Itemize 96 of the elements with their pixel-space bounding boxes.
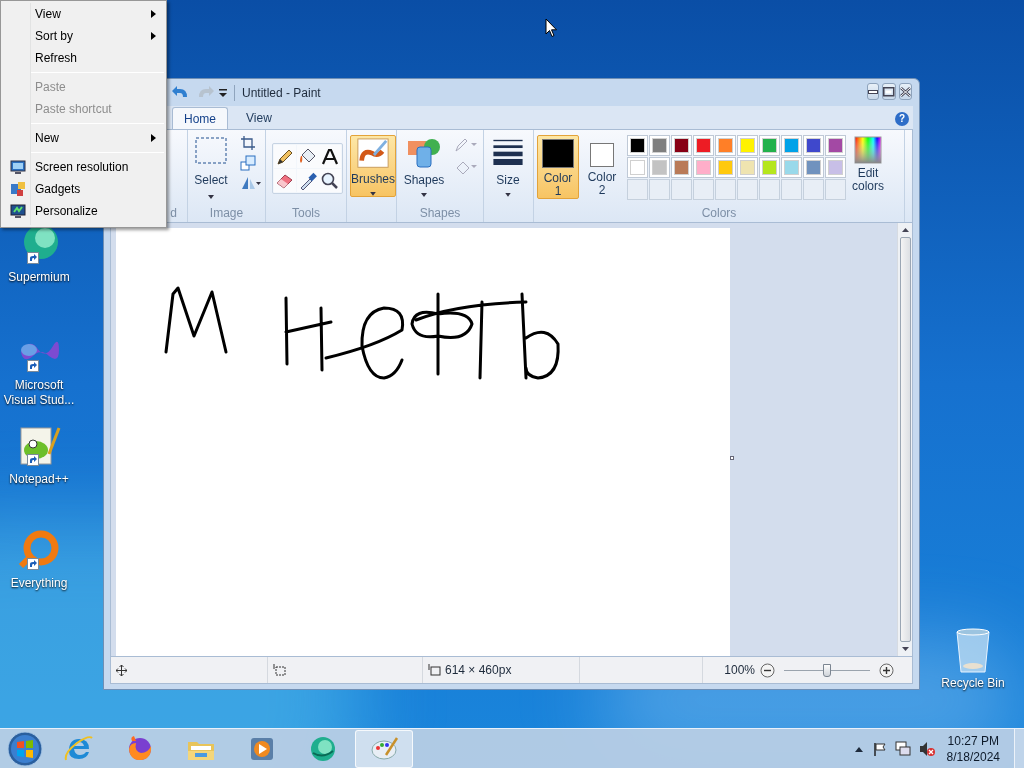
taskbar-button[interactable] <box>355 729 413 768</box>
palette-color[interactable] <box>759 157 780 178</box>
palette-color[interactable] <box>781 135 802 156</box>
group-label: Tools <box>291 206 321 222</box>
size-button[interactable]: Size <box>487 135 529 197</box>
scroll-down-icon[interactable] <box>901 647 909 651</box>
palette-color[interactable] <box>715 157 736 178</box>
menu-item[interactable]: Screen resolution <box>3 156 164 178</box>
palette-color[interactable] <box>737 157 758 178</box>
maximize-button[interactable] <box>882 83 896 100</box>
palette-color[interactable] <box>693 135 714 156</box>
palette-color[interactable] <box>825 157 846 178</box>
palette-color[interactable] <box>627 157 648 178</box>
zoom-in-icon[interactable] <box>879 662 894 678</box>
selection-size-icon <box>273 664 286 676</box>
network-icon[interactable] <box>894 740 911 757</box>
palette-color[interactable] <box>693 157 714 178</box>
group-label: d <box>170 206 177 222</box>
show-hidden-icons-icon[interactable] <box>854 745 863 752</box>
color-slot-button[interactable]: Color 1 <box>537 135 579 199</box>
submenu-arrow-icon <box>151 32 156 40</box>
minimize-button[interactable] <box>867 83 879 100</box>
zoom-out-icon[interactable] <box>760 662 775 678</box>
resize-handle[interactable] <box>730 456 734 460</box>
group-label: Colors <box>700 206 738 222</box>
menu-item[interactable]: Personalize <box>3 200 164 222</box>
scroll-up-icon[interactable] <box>901 228 909 232</box>
icon-label[interactable]: Notepad++ <box>0 472 78 487</box>
help-button[interactable]: ? <box>895 112 909 126</box>
menu-item[interactable]: View <box>3 3 164 25</box>
dropdown-icon[interactable] <box>218 87 228 98</box>
palette-color[interactable] <box>737 135 758 156</box>
monitor-icon <box>10 159 26 175</box>
palette-color[interactable] <box>825 135 846 156</box>
palette-color[interactable] <box>649 157 670 178</box>
color-slot-button[interactable]: Color 2 <box>581 135 623 199</box>
maximize-icon <box>883 86 895 97</box>
palette-color[interactable] <box>715 135 736 156</box>
close-button[interactable] <box>899 83 912 100</box>
caret-icon <box>208 195 214 199</box>
canvas-size-icon <box>428 664 441 676</box>
submenu-arrow-icon <box>151 134 156 142</box>
menu-item[interactable]: Sort by <box>3 25 164 47</box>
canvas-size-text: 614 × 460px <box>445 662 512 679</box>
brushes-button[interactable]: Brushes <box>350 135 396 197</box>
selection-icon <box>195 137 227 165</box>
move-icon <box>116 664 127 676</box>
palette-color[interactable] <box>671 135 692 156</box>
gadgets-icon <box>10 181 26 197</box>
menu-item[interactable]: New <box>3 127 164 149</box>
caret-icon <box>505 193 511 197</box>
mouse-pointer-icon <box>545 18 558 38</box>
icon-label[interactable]: Microsoft Visual Stud... <box>0 378 78 408</box>
ribbon-tab[interactable]: View <box>232 107 286 129</box>
shapes-icon <box>407 137 441 169</box>
palette-color[interactable] <box>671 157 692 178</box>
brush-icon <box>356 138 390 169</box>
menu-item[interactable]: Refresh <box>3 47 164 69</box>
caret-icon <box>421 193 427 197</box>
line-width-icon <box>491 138 525 166</box>
monitor-icon <box>10 203 26 219</box>
zoom-slider[interactable] <box>784 662 870 678</box>
action-center-flag-icon[interactable] <box>872 741 887 756</box>
minimize-icon <box>868 89 878 94</box>
text-icon[interactable] <box>320 146 341 167</box>
icon-label[interactable]: Supermium <box>0 270 78 285</box>
fill-icon[interactable] <box>454 159 478 175</box>
group-label: Shapes <box>418 206 462 222</box>
close-icon <box>900 86 911 97</box>
clock[interactable]: 10:27 PM 8/18/2024 <box>946 732 1000 765</box>
crop-icon[interactable] <box>240 135 256 151</box>
palette-color[interactable] <box>803 157 824 178</box>
ribbon-tab[interactable]: Home <box>172 107 228 129</box>
vertical-scrollbar[interactable] <box>897 223 912 656</box>
menu-item[interactable]: Gadgets <box>3 178 164 200</box>
outline-icon[interactable] <box>454 137 478 153</box>
select-button[interactable]: Select <box>194 135 228 199</box>
palette-color[interactable] <box>649 135 670 156</box>
shapes-button[interactable]: Shapes <box>402 135 446 197</box>
palette-color[interactable] <box>627 135 648 156</box>
submenu-arrow-icon <box>151 10 156 18</box>
slider-thumb[interactable] <box>823 663 831 677</box>
zoom-level-text: 100% <box>724 662 755 679</box>
rotate-icon[interactable] <box>240 175 262 191</box>
edit-colors-button[interactable]: Edit colors <box>848 135 888 199</box>
window-title: Untitled - Paint <box>242 84 322 102</box>
scrollbar-thumb[interactable] <box>899 237 911 642</box>
volume-muted-icon[interactable] <box>918 740 935 757</box>
group-label: Image <box>208 206 245 222</box>
palette-color[interactable] <box>759 135 780 156</box>
resize-icon[interactable] <box>240 155 256 171</box>
color-spectrum-icon <box>854 136 882 164</box>
palette-color[interactable] <box>803 135 824 156</box>
caret-icon <box>370 192 376 196</box>
windows-logo-icon <box>7 730 43 767</box>
palette-color[interactable] <box>781 157 802 178</box>
